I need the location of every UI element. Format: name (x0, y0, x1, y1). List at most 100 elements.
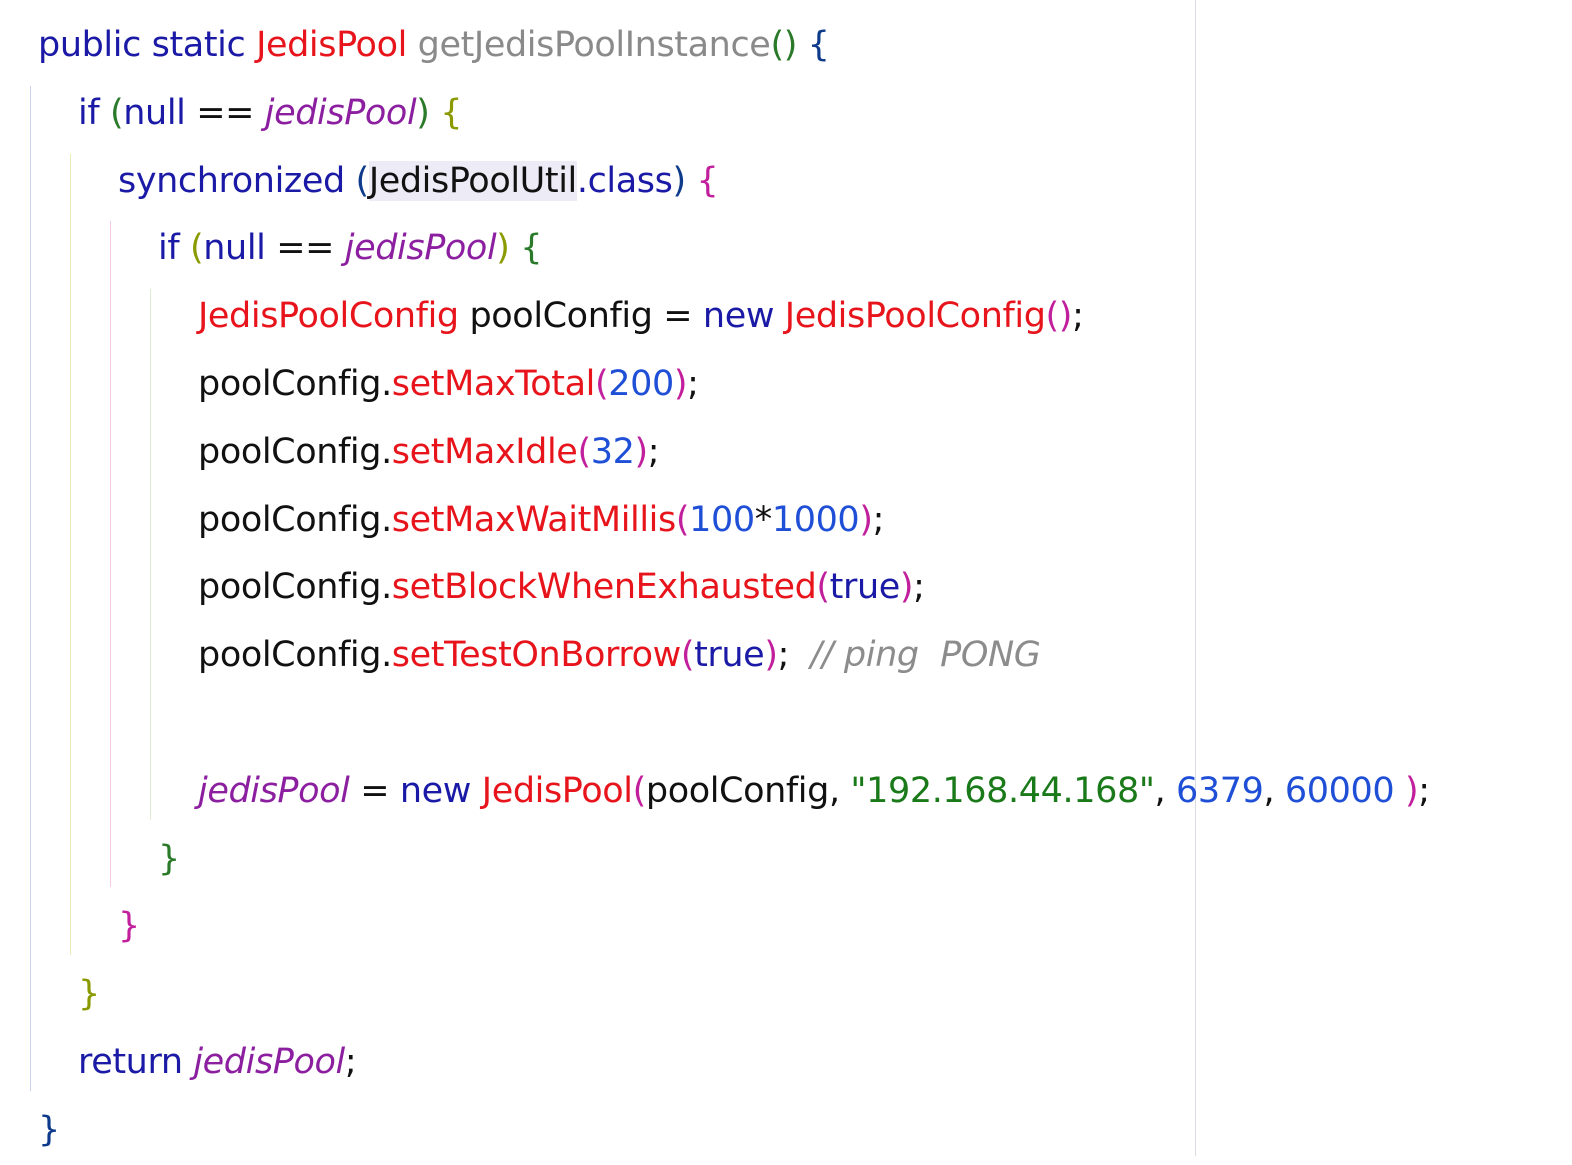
code-token: new (399, 770, 482, 811)
code-token: () (770, 25, 797, 65)
code-token: public static (38, 25, 257, 65)
code-line[interactable]: if (null == jedisPool) { (38, 80, 1430, 148)
code-line[interactable]: } (38, 826, 1430, 894)
code-token: ; (344, 1041, 357, 1082)
code-line[interactable]: poolConfig.setMaxWaitMillis(100*1000); (38, 487, 1430, 555)
code-token: jedisPool (264, 92, 417, 133)
code-token: ( (595, 363, 609, 404)
code-token: ( (632, 770, 647, 811)
code-token: == (196, 92, 265, 133)
code-token: , (1263, 770, 1285, 811)
code-token: 60000 (1284, 770, 1405, 811)
code-token: true (694, 635, 765, 676)
code-token: ) (634, 431, 648, 472)
code-token: } (158, 838, 180, 879)
code-token: true (829, 567, 901, 608)
code-token: } (38, 1109, 60, 1150)
code-token: ) (672, 160, 686, 201)
code-token: setBlockWhenExhausted (391, 567, 817, 608)
code-token: ; (872, 499, 885, 540)
code-line[interactable]: poolConfig.setBlockWhenExhausted(true); (38, 554, 1430, 622)
code-token: setTestOnBorrow (391, 635, 681, 676)
code-line[interactable]: poolConfig.setTestOnBorrow(true); // pin… (38, 622, 1430, 690)
code-line[interactable]: if (null == jedisPool) { (38, 215, 1430, 283)
code-token: } (118, 906, 140, 947)
code-token: 100 (689, 499, 755, 540)
code-token: 200 (608, 363, 674, 404)
code-token: JedisPoolConfig (784, 296, 1046, 337)
code-token: ) (496, 228, 510, 269)
code-line[interactable]: return jedisPool; (38, 1029, 1430, 1097)
code-token: () (1045, 296, 1073, 337)
code-token: ) (859, 499, 873, 540)
code-token: { (685, 160, 719, 201)
code-token: if (78, 92, 110, 133)
code-token: 6379 (1175, 770, 1264, 811)
code-line[interactable] (38, 690, 1430, 758)
code-token: getJedisPoolInstance (417, 25, 771, 65)
code-token: 32 (590, 431, 635, 472)
code-token: poolConfig, (645, 770, 851, 811)
code-token: poolConfig = (458, 296, 703, 337)
code-token: ( (355, 160, 370, 201)
code-token: JedisPool (256, 25, 407, 65)
code-token: .class (576, 160, 673, 201)
code-token: poolConfig. (198, 499, 392, 540)
selected-token: JedisPoolUtil (368, 160, 577, 201)
code-token: null (203, 228, 277, 269)
code-token: = (349, 770, 400, 811)
code-line[interactable]: } (38, 961, 1430, 1029)
code-line[interactable]: JedisPoolConfig poolConfig = new JedisPo… (38, 283, 1430, 351)
code-token: ; (1072, 296, 1084, 337)
code-token: ; (777, 635, 811, 676)
code-token: ( (189, 228, 204, 269)
code-token: } (78, 974, 100, 1015)
code-token: { (429, 92, 463, 133)
code-token: if (158, 228, 190, 269)
code-line[interactable]: } (38, 1097, 1430, 1165)
code-line[interactable]: poolConfig.setMaxTotal(200); (38, 351, 1430, 419)
code-token: "192.168.44.168" (850, 770, 1155, 811)
code-token: 1000 (771, 499, 860, 540)
code-token: poolConfig. (198, 635, 392, 676)
code-token: ( (675, 499, 690, 540)
code-token: setMaxTotal (391, 363, 596, 404)
indent-guide (30, 85, 31, 1091)
code-token: poolConfig. (198, 363, 392, 404)
code-line[interactable]: public static JedisPool getJedisPoolInst… (38, 12, 1430, 80)
code-token: ; (687, 363, 699, 404)
code-token: , (1154, 770, 1176, 811)
code-token: ) (899, 567, 914, 608)
code-token: == (276, 228, 345, 269)
code-token: ) (764, 635, 778, 676)
code-token: * (754, 499, 773, 540)
code-token: ; (647, 431, 660, 472)
code-token: setMaxWaitMillis (391, 499, 676, 540)
code-token: ) (1405, 770, 1419, 811)
code-token: ; (1418, 770, 1430, 811)
code-token: jedisPool (198, 770, 350, 811)
code-token: { (509, 228, 543, 269)
code-token: poolConfig. (198, 431, 392, 472)
code-token: return (78, 1041, 194, 1082)
code-token: ) (673, 363, 688, 404)
code-token: null (123, 92, 197, 133)
code-token: ; (913, 567, 925, 608)
code-token: synchronized (118, 160, 356, 201)
code-token: poolConfig. (198, 567, 392, 608)
code-lines[interactable]: public static JedisPool getJedisPoolInst… (38, 12, 1430, 1165)
code-editor[interactable]: public static JedisPool getJedisPoolInst… (0, 0, 1572, 1156)
code-line[interactable]: poolConfig.setMaxIdle(32); (38, 419, 1430, 487)
code-token: // ping PONG (810, 635, 1041, 676)
code-token: new (702, 296, 785, 337)
code-token: { (796, 25, 830, 65)
code-token: jedisPool (193, 1041, 345, 1082)
code-token: JedisPool (481, 770, 633, 811)
code-line[interactable]: synchronized (JedisPoolUtil.class) { (38, 148, 1430, 216)
code-line[interactable]: jedisPool = new JedisPool(poolConfig, "1… (38, 758, 1430, 826)
code-line[interactable]: } (38, 893, 1430, 961)
code-token: ( (680, 635, 695, 676)
code-token: JedisPoolConfig (198, 296, 459, 337)
code-token: ) (416, 92, 430, 133)
